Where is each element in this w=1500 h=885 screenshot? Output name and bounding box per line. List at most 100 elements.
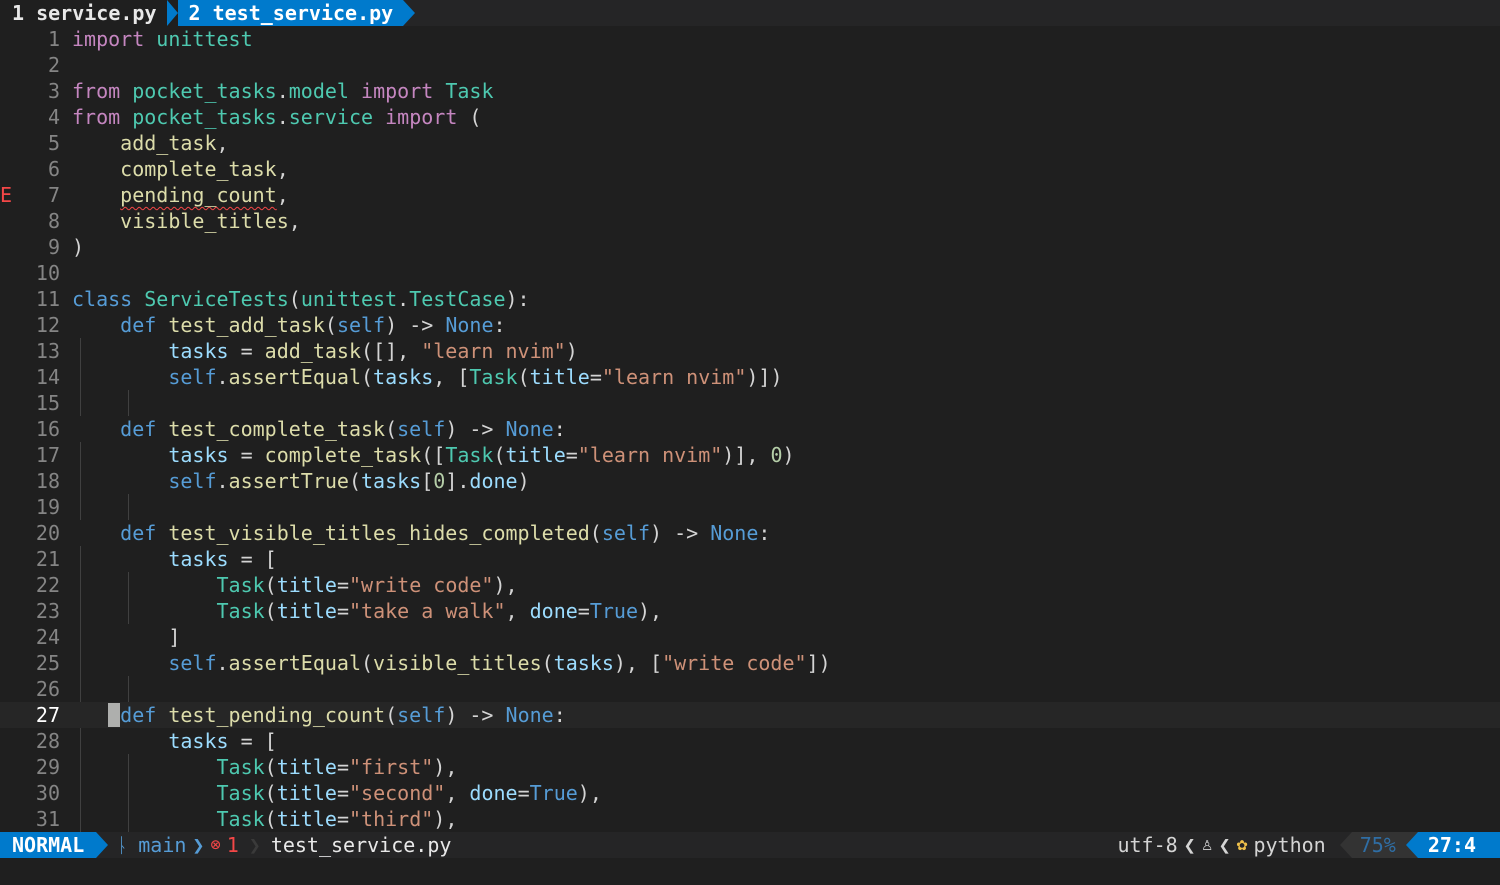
tab-service-py[interactable]: 1 service.py xyxy=(0,0,167,26)
code-token: Task xyxy=(469,365,518,389)
code-line[interactable]: 6 complete_task, xyxy=(0,156,1500,182)
code-token: self xyxy=(601,521,650,545)
code-line[interactable]: 29 Task(title="first"), xyxy=(0,754,1500,780)
code-token: ( xyxy=(361,365,374,389)
code-line[interactable]: 12 def test_add_task(self) -> None: xyxy=(0,312,1500,338)
line-number: 5 xyxy=(47,131,60,155)
code-text: def test_visible_titles_hides_completed(… xyxy=(72,520,770,546)
code-token: : xyxy=(553,417,566,441)
code-line[interactable]: 24 ] xyxy=(0,624,1500,650)
line-number: 6 xyxy=(47,157,60,181)
code-token: add_task xyxy=(264,339,361,363)
code-token: 0 xyxy=(770,443,783,467)
code-token: self xyxy=(397,417,446,441)
code-line[interactable]: 25 self.assertEqual(visible_titles(tasks… xyxy=(0,650,1500,676)
tab-label: 1 service.py xyxy=(12,1,157,25)
code-line[interactable]: 10 xyxy=(0,260,1500,286)
status-filename: test_service.py xyxy=(270,833,452,857)
code-line[interactable]: 11 class ServiceTests(unittest.TestCase): xyxy=(0,286,1500,312)
code-token: title xyxy=(276,781,337,805)
code-line[interactable]: 2 xyxy=(0,52,1500,78)
code-token: tasks xyxy=(168,547,229,571)
code-line[interactable]: 31 Task(title="third"), xyxy=(0,806,1500,832)
code-line[interactable]: E 7 pending_count, xyxy=(0,182,1500,208)
code-line[interactable]: 23 Task(title="take a walk", done=True), xyxy=(0,598,1500,624)
code-line[interactable]: 21 tasks = [ xyxy=(0,546,1500,572)
code-line[interactable]: 4 from pocket_tasks.service import ( xyxy=(0,104,1500,130)
code-line[interactable]: 26 xyxy=(0,676,1500,702)
code-token: def xyxy=(120,313,157,337)
file-encoding: utf-8 xyxy=(1117,833,1178,857)
code-line[interactable]: 22 Task(title="write code"), xyxy=(0,572,1500,598)
code-token: , xyxy=(276,157,289,181)
code-line[interactable]: 14 self.assertEqual(tasks, [Task(title="… xyxy=(0,364,1500,390)
code-line[interactable]: 16 def test_complete_task(self) -> None: xyxy=(0,416,1500,442)
code-line[interactable]: 9) xyxy=(0,234,1500,260)
code-line[interactable]: 18 self.assertTrue(tasks[0].done) xyxy=(0,468,1500,494)
code-line[interactable]: 28 tasks = [ xyxy=(0,728,1500,754)
line-number: 9 xyxy=(47,235,60,259)
code-line[interactable]: 15 xyxy=(0,390,1500,416)
command-line[interactable] xyxy=(0,858,1500,885)
line-number: 1 xyxy=(47,27,60,51)
code-token: ([], xyxy=(361,339,422,363)
code-token: "write code" xyxy=(662,651,807,675)
code-line[interactable]: 13 tasks = add_task([], "learn nvim") xyxy=(0,338,1500,364)
code-text: Task(title="second", done=True), xyxy=(72,780,602,806)
code-token: = xyxy=(336,807,349,831)
line-number: 11 xyxy=(35,287,60,311)
code-line[interactable]: 30 Task(title="second", done=True), xyxy=(0,780,1500,806)
indent-guide xyxy=(128,390,129,416)
code-token: ) xyxy=(72,235,85,259)
tab-test-service-py[interactable]: 2 test_service.py xyxy=(166,0,404,26)
line-number: 31 xyxy=(35,807,60,831)
code-token: Task xyxy=(216,807,265,831)
code-token: title xyxy=(276,755,337,779)
editor-buffer[interactable]: 1 import unittest 2 3 from pocket_tasks.mode… xyxy=(0,26,1500,832)
code-token: "second" xyxy=(348,781,446,805)
code-token: TestCase xyxy=(409,287,506,311)
line-number: 20 xyxy=(35,521,60,545)
code-token: assertEqual xyxy=(228,365,361,389)
code-line[interactable]: 20 def test_visible_titles_hides_complet… xyxy=(0,520,1500,546)
code-token: ( xyxy=(385,703,398,727)
code-token: ) -> xyxy=(385,313,446,337)
tabline: 1 service.py 2 test_service.py xyxy=(0,0,1500,26)
line-number: 17 xyxy=(35,443,60,467)
code-line[interactable]: 27 def test_pending_count(self) -> None: xyxy=(0,702,1500,728)
tab-label: 2 test_service.py xyxy=(188,1,394,25)
code-token: tasks xyxy=(373,365,434,389)
python-icon: ✿ xyxy=(1236,834,1248,855)
code-token: ( xyxy=(457,105,482,129)
code-token: Task xyxy=(216,755,265,779)
code-line[interactable]: 3 from pocket_tasks.model import Task xyxy=(0,78,1500,104)
git-branch[interactable]: main xyxy=(138,832,186,858)
code-line[interactable]: 8 visible_titles, xyxy=(0,208,1500,234)
code-token: [ xyxy=(421,469,434,493)
code-token: self xyxy=(168,469,217,493)
code-text: tasks = complete_task([Task(title="learn… xyxy=(72,442,794,468)
diagnostics-count[interactable]: 1 xyxy=(227,832,239,858)
code-token: = xyxy=(589,365,602,389)
code-token: "write code" xyxy=(348,573,494,597)
filetype: python xyxy=(1253,833,1326,857)
code-text: self.assertEqual(tasks, [Task(title="lea… xyxy=(72,364,782,390)
code-token: title xyxy=(276,807,337,831)
code-line[interactable]: 1 import unittest xyxy=(0,26,1500,52)
code-line[interactable]: 17 tasks = complete_task([Task(title="le… xyxy=(0,442,1500,468)
code-line[interactable]: 19 xyxy=(0,494,1500,520)
code-token: tasks xyxy=(361,469,422,493)
code-line[interactable]: 5 add_task, xyxy=(0,130,1500,156)
code-token: visible_titles xyxy=(373,651,542,675)
code-token: , xyxy=(505,599,530,623)
code-token: visible_titles xyxy=(120,209,289,233)
code-token: ( xyxy=(348,469,362,493)
code-text: Task(title="third"), xyxy=(72,806,458,832)
code-token: . xyxy=(216,365,229,389)
